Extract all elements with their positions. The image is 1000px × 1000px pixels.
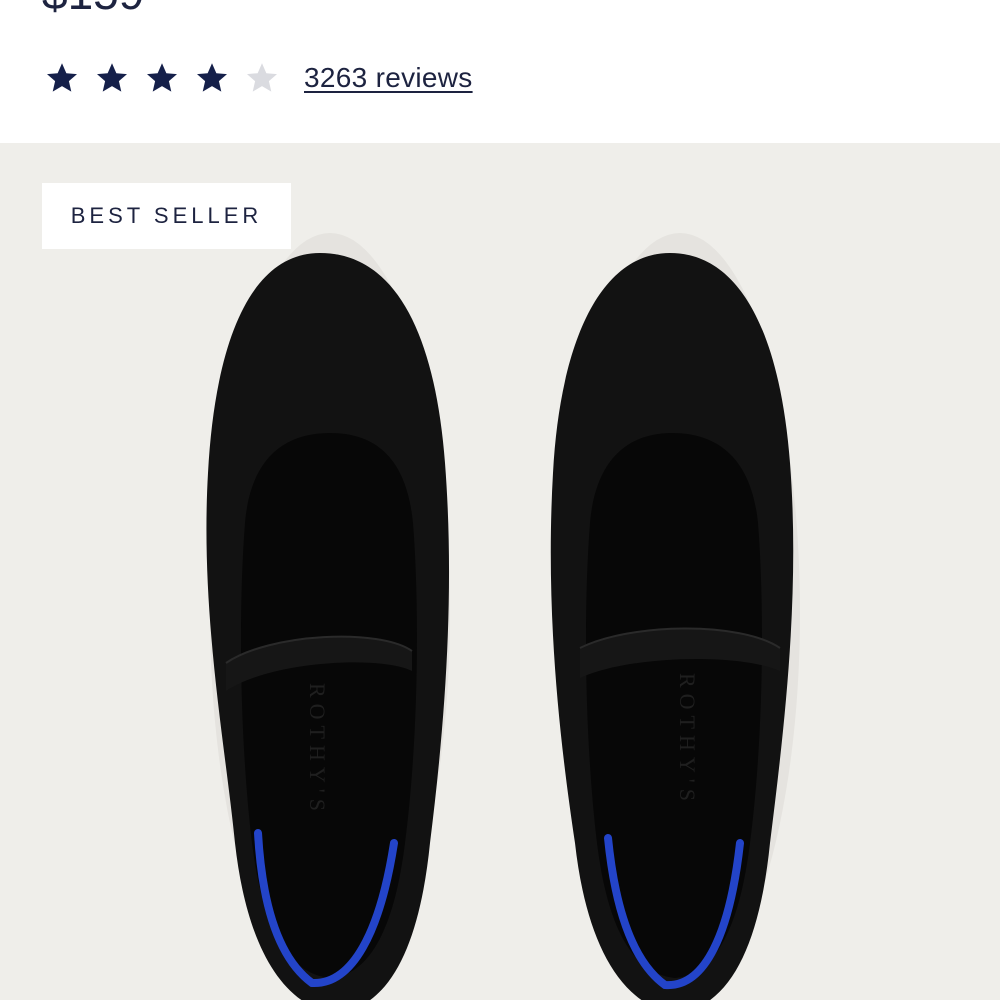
product-page: $159 3263 reviews bbox=[0, 0, 1000, 1000]
star-filled-icon bbox=[94, 60, 130, 96]
product-image: ROTHY'S ROTHY'S bbox=[206, 233, 800, 1000]
left-shoe: ROTHY'S bbox=[206, 253, 450, 1000]
insole-brand-text: ROTHY'S bbox=[305, 683, 330, 817]
product-price: $159 bbox=[42, 0, 144, 16]
star-empty-icon bbox=[244, 60, 280, 96]
star-filled-icon bbox=[194, 60, 230, 96]
product-image-gallery[interactable]: ROTHY'S ROTHY'S BEST SELLER bbox=[0, 143, 1000, 1000]
reviews-link[interactable]: 3263 reviews bbox=[304, 62, 473, 94]
star-filled-icon bbox=[144, 60, 180, 96]
insole-brand-text: ROTHY'S bbox=[675, 673, 700, 807]
best-seller-badge: BEST SELLER bbox=[42, 183, 291, 249]
rating-row: 3263 reviews bbox=[44, 58, 473, 98]
right-shoe: ROTHY'S bbox=[550, 253, 794, 1000]
star-filled-icon bbox=[44, 60, 80, 96]
star-rating bbox=[44, 60, 294, 96]
